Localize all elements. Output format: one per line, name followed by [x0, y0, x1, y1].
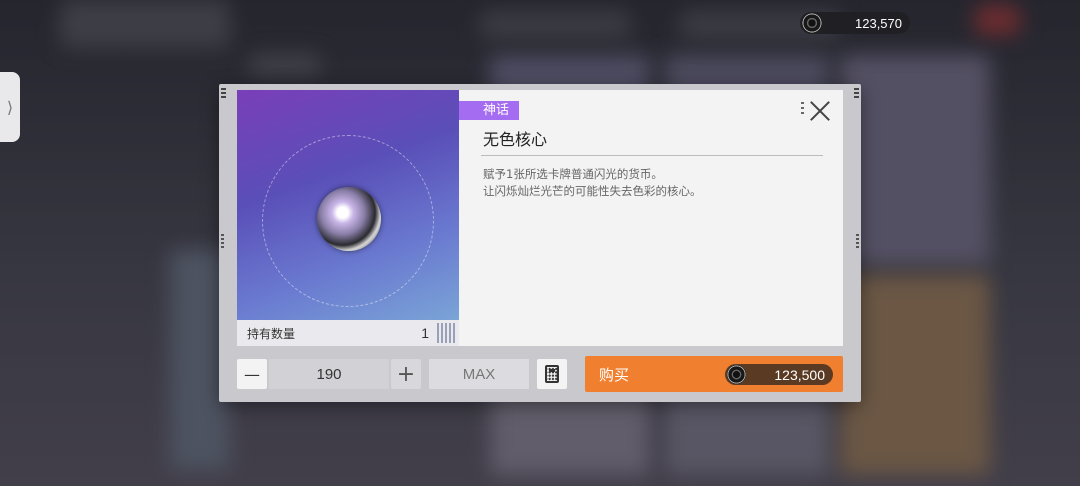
chevron-right-icon: ⟩	[6, 97, 14, 117]
calculator-icon	[545, 365, 559, 383]
decrease-quantity-button[interactable]: —	[237, 359, 267, 389]
owned-quantity-value: 1	[421, 325, 429, 341]
max-button[interactable]: MAX	[429, 359, 529, 389]
dialog-grip	[856, 234, 859, 248]
side-panel-toggle[interactable]: ⟩	[0, 72, 20, 142]
item-description: 赋予1张所选卡牌普通闪光的货币。 让闪烁灿烂光芒的可能性失去色彩的核心。	[483, 167, 702, 198]
plus-icon: +	[396, 361, 416, 387]
increase-quantity-button[interactable]: +	[391, 359, 421, 389]
purchase-dialog: 持有数量 1 神话 无色核心 赋予1张所选卡牌普通闪光的货币。 让闪烁灿烂光芒的…	[219, 84, 861, 402]
buy-button[interactable]: 购买 123,500	[585, 356, 843, 392]
price-pill: 123,500	[725, 364, 833, 385]
more-dots-icon	[801, 102, 804, 116]
currency-balance-value: 123,570	[855, 15, 902, 31]
dialog-grip	[221, 234, 224, 248]
currency-coin-icon	[802, 13, 822, 33]
buy-label: 购买	[599, 365, 630, 384]
corner-decoration	[221, 88, 226, 100]
quantity-input[interactable]: 190	[269, 359, 389, 389]
divider	[481, 155, 823, 156]
rarity-badge: 神话	[459, 101, 519, 120]
owned-quantity-bar: 持有数量 1	[237, 320, 459, 346]
item-name: 无色核心	[483, 130, 548, 149]
currency-balance: 123,570	[800, 12, 910, 34]
owned-quantity-label: 持有数量	[247, 326, 296, 341]
minus-icon: —	[244, 364, 260, 384]
stripes-decoration	[437, 323, 455, 343]
currency-coin-icon	[727, 365, 746, 384]
calculator-button[interactable]	[537, 359, 567, 389]
close-icon[interactable]	[809, 100, 831, 122]
colorless-core-icon	[317, 187, 381, 251]
item-artwork: 持有数量 1	[237, 90, 459, 346]
corner-decoration	[854, 88, 859, 100]
price-value: 123,500	[774, 366, 825, 383]
